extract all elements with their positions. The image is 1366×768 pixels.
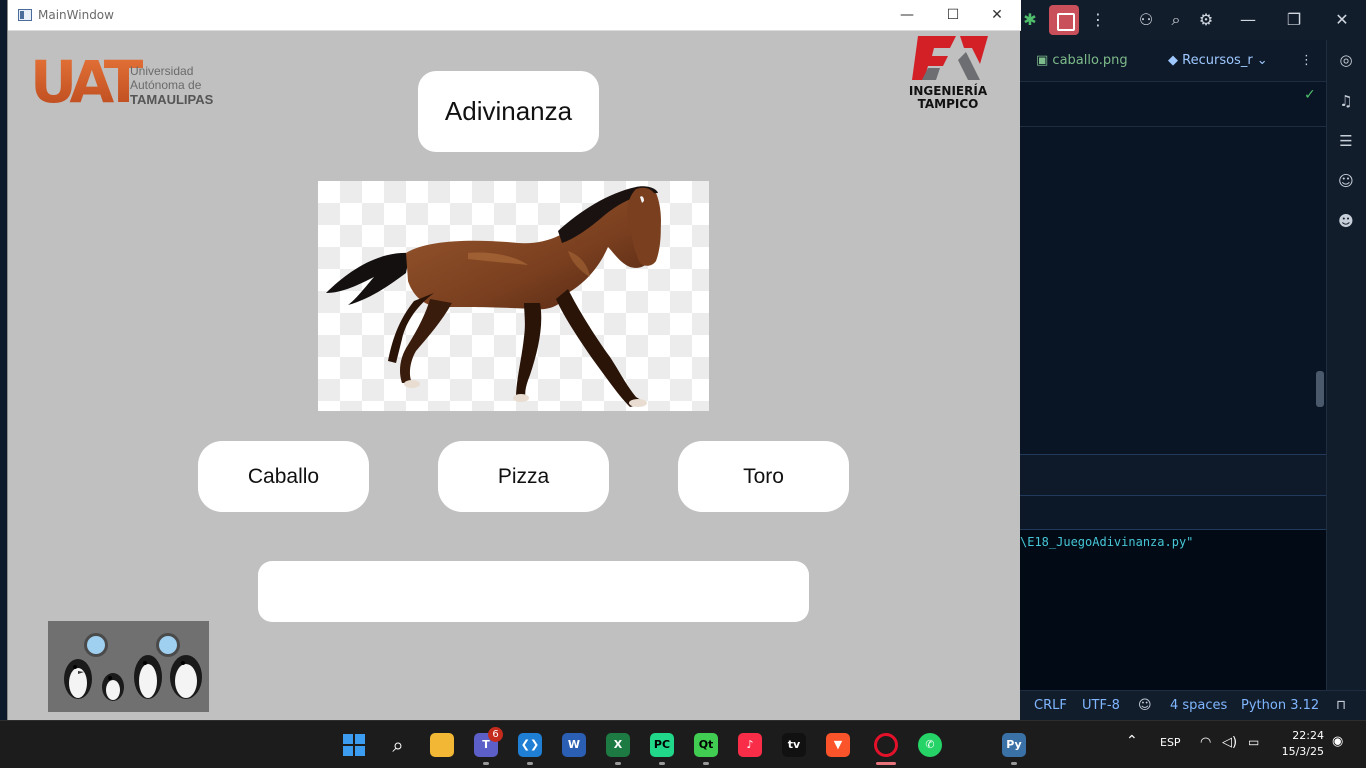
- qt-designer-icon[interactable]: Qt: [694, 733, 718, 757]
- pycharm-running-indicator: [659, 762, 665, 765]
- window-titlebar[interactable]: MainWindow — ☐ ✕: [8, 0, 1021, 31]
- settings-gear-icon[interactable]: ⚙: [1194, 8, 1218, 32]
- whatsapp-icon[interactable]: ✆: [918, 733, 942, 757]
- run-panel-header: [1020, 454, 1326, 496]
- teams-running-indicator: [483, 762, 489, 765]
- clock-date: 15/3/25: [1281, 745, 1324, 758]
- console-output-line: \E18_JuegoAdivinanza.py": [1020, 535, 1194, 549]
- horse-image: [318, 181, 709, 411]
- vscode-icon[interactable]: ❮❯: [518, 733, 542, 757]
- game-title-label: Adivinanza: [418, 71, 599, 152]
- app-window-icon: [18, 9, 32, 21]
- copilot-chat-icon[interactable]: ☻: [1336, 211, 1356, 231]
- horse-illustration: [326, 186, 661, 407]
- tab-label: caballo.png: [1052, 53, 1128, 68]
- penguin-3: [134, 655, 162, 699]
- ai-assistant-icon[interactable]: ◎: [1336, 50, 1356, 70]
- tray-overflow-chevron-icon[interactable]: ⌃: [1126, 733, 1138, 749]
- tabs-more-icon[interactable]: ⋮: [1300, 53, 1313, 68]
- close-button[interactable]: ✕: [974, 0, 1020, 31]
- ide-tab-bar: ▣ caballo.png ◆ Recursos_r ⌄ ⋮: [1020, 40, 1326, 82]
- penguins-illustration: [48, 621, 209, 712]
- search-icon[interactable]: ⌕: [1164, 8, 1188, 32]
- excel-running-indicator: [615, 762, 621, 765]
- tab-label: Recursos_r: [1182, 53, 1253, 68]
- opera-active-indicator: [876, 762, 896, 765]
- apple-tv-icon[interactable]: tv: [782, 733, 806, 757]
- status-indent[interactable]: 4 spaces: [1170, 698, 1227, 713]
- status-line-ending[interactable]: CRLF: [1034, 698, 1067, 713]
- ide-restore-icon[interactable]: ❐: [1282, 8, 1306, 32]
- minimize-button[interactable]: —: [884, 0, 930, 31]
- window-title: MainWindow: [38, 8, 114, 22]
- code-editor[interactable]: [1020, 82, 1326, 454]
- fi-logo-line2: TAMPICO: [918, 97, 979, 110]
- python-running-indicator: [1011, 762, 1017, 765]
- teams-badge: 6: [488, 727, 503, 742]
- volume-icon[interactable]: ◁): [1222, 735, 1237, 750]
- option-button-caballo[interactable]: Caballo: [198, 441, 369, 512]
- status-encoding[interactable]: UTF-8: [1082, 698, 1120, 713]
- penguin-4: [170, 655, 202, 699]
- add-user-icon[interactable]: ⚇: [1134, 8, 1158, 32]
- maximize-button[interactable]: ☐: [930, 0, 976, 31]
- tab-recursos[interactable]: ◆ Recursos_r ⌄: [1168, 53, 1286, 68]
- more-options-icon[interactable]: ⋮: [1086, 8, 1110, 32]
- option-button-pizza[interactable]: Pizza: [438, 441, 609, 512]
- vscode-running-indicator: [527, 762, 533, 765]
- run-console: [1020, 530, 1326, 690]
- uat-logo-mark: UAT: [30, 50, 144, 108]
- uat-logo-line3: TAMAULIPAS: [130, 92, 214, 107]
- editor-divider: [1020, 126, 1326, 127]
- music-icon[interactable]: ♪: [738, 733, 762, 757]
- ide-minimize-icon[interactable]: —: [1236, 8, 1260, 32]
- notifications-bell-icon[interactable]: ♫: [1336, 91, 1356, 111]
- qt-running-indicator: [703, 762, 709, 765]
- tab-caballo-png[interactable]: ▣ caballo.png: [1036, 53, 1128, 68]
- result-field[interactable]: [258, 561, 809, 622]
- inspection-ok-icon: ✓: [1304, 87, 1316, 103]
- python-icon[interactable]: Py: [1002, 733, 1026, 757]
- windows-start-icon[interactable]: [342, 733, 366, 757]
- taskbar-clock[interactable]: 22:24 15/3/25: [1280, 728, 1324, 760]
- penguin-2: [102, 673, 124, 701]
- ide-close-icon[interactable]: ✕: [1330, 8, 1354, 32]
- uat-logo-line2: Autónoma de: [130, 78, 202, 92]
- database-icon[interactable]: ☰: [1336, 131, 1356, 151]
- word-icon[interactable]: W: [562, 733, 586, 757]
- wifi-icon[interactable]: ◠: [1200, 735, 1211, 750]
- penguins-image: [48, 621, 209, 712]
- copilot-icon[interactable]: ☺: [1336, 171, 1356, 191]
- file-explorer-icon[interactable]: [430, 733, 454, 757]
- uat-logo: UAT Universidad Autónoma de TAMAULIPAS: [30, 50, 214, 108]
- brave-icon[interactable]: ▼: [826, 733, 850, 757]
- penguin-1: [64, 659, 92, 699]
- notifications-icon[interactable]: ◉: [1332, 734, 1343, 749]
- editor-scrollbar[interactable]: [1316, 371, 1324, 407]
- lock-icon[interactable]: ⊓: [1336, 698, 1346, 713]
- tray-language[interactable]: ESP: [1160, 736, 1181, 749]
- opera-icon[interactable]: [874, 733, 898, 757]
- pycharm-icon[interactable]: PC: [650, 733, 674, 757]
- option-button-toro[interactable]: Toro: [678, 441, 849, 512]
- search-icon[interactable]: ⌕: [386, 733, 410, 757]
- uat-logo-line1: Universidad: [130, 64, 193, 78]
- main-window: MainWindow — ☐ ✕ UAT Universidad Autónom…: [7, 0, 1021, 720]
- copilot-status-icon[interactable]: ☺: [1138, 698, 1152, 713]
- run-panel-toolbar: [1020, 496, 1326, 530]
- stop-run-button[interactable]: [1049, 5, 1079, 35]
- battery-icon[interactable]: ▭: [1248, 735, 1259, 749]
- excel-icon[interactable]: X: [606, 733, 630, 757]
- ide-status-bar: CRLF UTF-8 ☺ 4 spaces Python 3.12 ⊓: [1020, 690, 1366, 720]
- clock-time: 22:24: [1292, 729, 1324, 742]
- fi-tampico-logo: INGENIERÍA TAMPICO: [909, 36, 988, 110]
- fi-logo-line1: INGENIERÍA: [909, 83, 988, 98]
- debug-bug-icon[interactable]: ✱: [1018, 8, 1042, 32]
- status-interpreter[interactable]: Python 3.12: [1241, 698, 1319, 713]
